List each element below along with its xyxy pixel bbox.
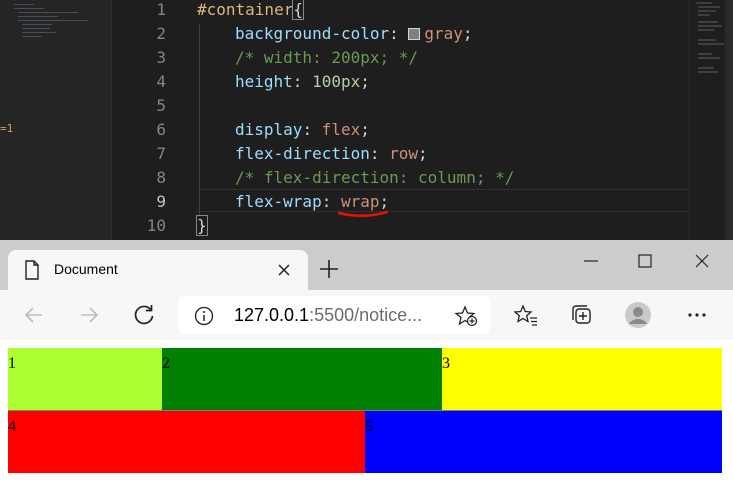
code-line-1[interactable]: #container{ <box>197 0 683 24</box>
box-label: 4 <box>8 417 16 435</box>
url-text[interactable]: 127.0.0.1:5500/notice... <box>234 305 422 326</box>
refresh-icon[interactable] <box>130 301 158 329</box>
line-number: 7 <box>156 144 166 163</box>
flex-box-5: 5 <box>365 410 722 473</box>
close-icon[interactable] <box>276 262 292 278</box>
code-line-8[interactable]: /* flex-direction: column; */ <box>197 168 683 192</box>
close-brace: } <box>196 215 208 236</box>
code-line-4[interactable]: height: 100px; <box>197 72 683 96</box>
box-label: 5 <box>365 417 373 435</box>
close-window-icon[interactable] <box>689 248 715 274</box>
flex-box-2: 2 <box>162 348 442 410</box>
line-number: 10 <box>146 216 166 235</box>
line-number: 6 <box>156 120 166 139</box>
css-property: display <box>235 120 303 139</box>
plus-icon[interactable] <box>318 258 340 280</box>
css-property: flex-wrap <box>235 192 322 211</box>
css-value: flex <box>321 120 361 139</box>
browser-window: Document 127.0.0.1:5500/notice... 1 2 3 … <box>0 240 733 485</box>
document-icon <box>25 260 39 280</box>
tab-title: Document <box>54 261 118 277</box>
code-editor[interactable]: =1 1 2 3 4 5 6 7 8 9 10 #container{ back… <box>0 0 733 240</box>
css-comment: /* width: 200px; */ <box>235 48 419 67</box>
editor-scrollbar[interactable] <box>725 0 733 240</box>
box-label: 2 <box>162 355 170 372</box>
css-selector: #container <box>197 0 294 19</box>
code-line-6[interactable]: display: flex; <box>197 120 683 144</box>
arrow-right-icon[interactable] <box>75 301 103 329</box>
info-icon[interactable] <box>194 306 214 326</box>
line-number: 3 <box>156 48 166 67</box>
flex-box-1: 1 <box>8 348 162 410</box>
css-property: background-color <box>235 24 390 43</box>
css-comment: /* flex-direction: column; */ <box>235 168 515 187</box>
url-host: 127.0.0.1 <box>234 305 310 325</box>
css-value: wrap <box>340 192 380 211</box>
star-add-icon[interactable] <box>454 305 478 327</box>
arrow-left-icon[interactable] <box>20 301 48 329</box>
address-bar[interactable]: 127.0.0.1:5500/notice... <box>178 296 490 334</box>
tab-strip: Document <box>0 240 733 290</box>
tab-document[interactable]: Document <box>8 250 308 290</box>
line-number: 5 <box>156 96 166 115</box>
avatar-icon[interactable] <box>624 301 652 329</box>
line-number-active: 9 <box>156 192 166 211</box>
css-value: row <box>389 144 419 163</box>
minimize-icon[interactable] <box>578 248 604 274</box>
flex-box-4: 4 <box>8 410 365 473</box>
collections-icon[interactable] <box>568 301 596 329</box>
line-number: 4 <box>156 72 166 91</box>
css-value: gray <box>424 24 463 43</box>
maximize-icon[interactable] <box>632 248 658 274</box>
code-line-3[interactable]: /* width: 200px; */ <box>197 48 683 72</box>
code-line-9[interactable]: flex-wrap: wrap; <box>197 192 683 216</box>
red-underline-annotation <box>338 210 388 217</box>
code-line-7[interactable]: flex-direction: row; <box>197 144 683 168</box>
browser-toolbar: 127.0.0.1:5500/notice... <box>0 290 733 390</box>
code-area[interactable]: #container{ background-color: gray; /* w… <box>196 0 683 240</box>
line-number: 1 <box>156 0 166 19</box>
explorer-minimap <box>0 0 112 240</box>
left-marker-text: =1 <box>0 122 14 135</box>
code-line-10[interactable]: } <box>196 215 683 240</box>
star-list-icon[interactable] <box>512 301 540 329</box>
box-label: 1 <box>8 355 16 372</box>
line-number: 2 <box>156 24 166 43</box>
page-viewport: 1 2 3 4 5 <box>0 340 733 485</box>
line-numbers: 1 2 3 4 5 6 7 8 9 10 <box>116 0 166 240</box>
flex-container: 1 2 3 4 5 <box>8 348 722 473</box>
css-property: flex-direction <box>235 144 370 163</box>
flex-box-3: 3 <box>442 348 722 410</box>
more-icon[interactable] <box>683 301 711 329</box>
color-swatch-icon[interactable] <box>408 28 421 40</box>
css-property: height <box>235 72 293 91</box>
line-number: 8 <box>156 168 166 187</box>
url-path: :5500/notice... <box>309 305 423 325</box>
open-brace: { <box>292 0 304 20</box>
box-label: 3 <box>442 355 450 372</box>
code-line-5[interactable] <box>197 96 683 120</box>
code-line-2[interactable]: background-color: gray; <box>197 24 683 48</box>
css-value: 100px <box>312 72 361 91</box>
